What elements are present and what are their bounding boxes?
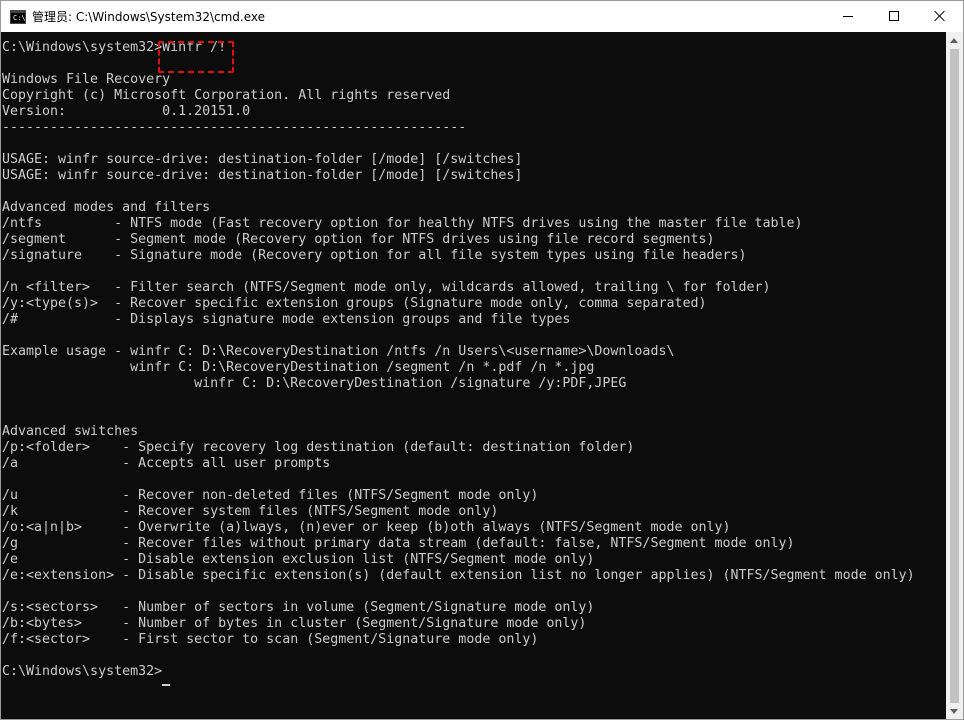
scroll-down-arrow-icon[interactable] (950, 709, 958, 714)
maximize-button[interactable] (871, 1, 917, 32)
console-area[interactable]: C:\Windows\system32>Winfr /! Windows Fil… (1, 32, 946, 719)
scrollbar-thumb[interactable] (950, 49, 959, 703)
close-icon (934, 10, 946, 22)
scroll-up-arrow-icon[interactable] (950, 38, 958, 43)
console-output[interactable]: C:\Windows\system32>Winfr /! Windows Fil… (1, 32, 946, 680)
window-title: 管理员: C:\Windows\System32\cmd.exe (32, 10, 265, 24)
minimize-icon (843, 16, 853, 17)
maximize-icon (889, 11, 899, 21)
vertical-scrollbar[interactable] (946, 32, 963, 719)
close-button[interactable] (917, 1, 963, 32)
cmd-window: C:\ 管理员: C:\Windows\System32\cmd.exe C:\… (0, 0, 964, 720)
text-cursor (162, 684, 170, 686)
cmd-icon-text: C:\ (13, 13, 26, 22)
cmd-icon[interactable]: C:\ (10, 9, 26, 24)
minimize-button[interactable] (825, 1, 871, 32)
command-highlight-box (158, 41, 234, 73)
window-controls (825, 1, 963, 32)
title-bar[interactable]: C:\ 管理员: C:\Windows\System32\cmd.exe (1, 1, 963, 32)
